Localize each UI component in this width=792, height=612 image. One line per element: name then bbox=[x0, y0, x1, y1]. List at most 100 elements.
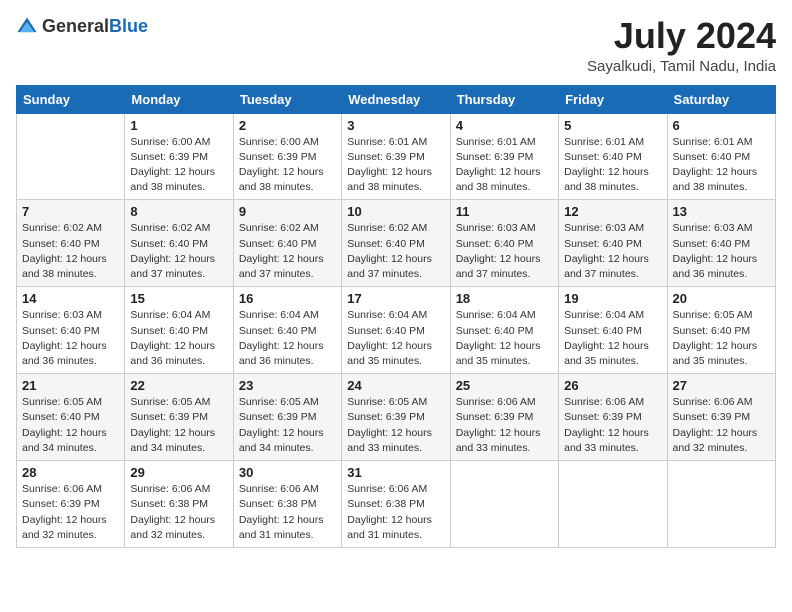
day-number: 14 bbox=[22, 291, 119, 306]
title-block: July 2024 Sayalkudi, Tamil Nadu, India bbox=[587, 16, 776, 75]
calendar-week-row: 1 Sunrise: 6:00 AMSunset: 6:39 PMDaylight… bbox=[17, 113, 776, 200]
calendar-cell: 6 Sunrise: 6:01 AMSunset: 6:40 PMDaylight… bbox=[667, 113, 775, 200]
day-number: 15 bbox=[130, 291, 227, 306]
calendar-cell: 18 Sunrise: 6:04 AMSunset: 6:40 PMDayligh… bbox=[450, 287, 558, 374]
cell-info: Sunrise: 6:02 AMSunset: 6:40 PMDaylight:… bbox=[130, 221, 227, 282]
calendar-cell: 10 Sunrise: 6:02 AMSunset: 6:40 PMDayligh… bbox=[342, 200, 450, 287]
calendar-cell bbox=[17, 113, 125, 200]
day-number: 17 bbox=[347, 291, 444, 306]
cell-info: Sunrise: 6:05 AMSunset: 6:40 PMDaylight:… bbox=[22, 395, 119, 456]
calendar-cell bbox=[667, 461, 775, 548]
logo-blue: Blue bbox=[109, 17, 148, 37]
logo: General Blue bbox=[16, 16, 148, 38]
calendar-cell: 28 Sunrise: 6:06 AMSunset: 6:39 PMDayligh… bbox=[17, 461, 125, 548]
cell-info: Sunrise: 6:03 AMSunset: 6:40 PMDaylight:… bbox=[456, 221, 553, 282]
cell-info: Sunrise: 6:01 AMSunset: 6:40 PMDaylight:… bbox=[564, 135, 661, 196]
calendar-week-row: 28 Sunrise: 6:06 AMSunset: 6:39 PMDayligh… bbox=[17, 461, 776, 548]
weekday-header-tuesday: Tuesday bbox=[233, 85, 341, 113]
weekday-header-thursday: Thursday bbox=[450, 85, 558, 113]
cell-info: Sunrise: 6:05 AMSunset: 6:39 PMDaylight:… bbox=[347, 395, 444, 456]
cell-info: Sunrise: 6:02 AMSunset: 6:40 PMDaylight:… bbox=[22, 221, 119, 282]
calendar-cell: 5 Sunrise: 6:01 AMSunset: 6:40 PMDaylight… bbox=[559, 113, 667, 200]
cell-info: Sunrise: 6:05 AMSunset: 6:40 PMDaylight:… bbox=[673, 308, 770, 369]
calendar-cell bbox=[450, 461, 558, 548]
weekday-header-row: SundayMondayTuesdayWednesdayThursdayFrid… bbox=[17, 85, 776, 113]
day-number: 20 bbox=[673, 291, 770, 306]
day-number: 11 bbox=[456, 204, 553, 219]
day-number: 29 bbox=[130, 465, 227, 480]
day-number: 30 bbox=[239, 465, 336, 480]
location-subtitle: Sayalkudi, Tamil Nadu, India bbox=[587, 58, 776, 75]
calendar-week-row: 7 Sunrise: 6:02 AMSunset: 6:40 PMDaylight… bbox=[17, 200, 776, 287]
cell-info: Sunrise: 6:06 AMSunset: 6:38 PMDaylight:… bbox=[130, 482, 227, 543]
cell-info: Sunrise: 6:03 AMSunset: 6:40 PMDaylight:… bbox=[564, 221, 661, 282]
day-number: 5 bbox=[564, 118, 661, 133]
weekday-header-sunday: Sunday bbox=[17, 85, 125, 113]
cell-info: Sunrise: 6:01 AMSunset: 6:40 PMDaylight:… bbox=[673, 135, 770, 196]
day-number: 28 bbox=[22, 465, 119, 480]
weekday-header-wednesday: Wednesday bbox=[342, 85, 450, 113]
day-number: 22 bbox=[130, 378, 227, 393]
cell-info: Sunrise: 6:02 AMSunset: 6:40 PMDaylight:… bbox=[347, 221, 444, 282]
cell-info: Sunrise: 6:03 AMSunset: 6:40 PMDaylight:… bbox=[673, 221, 770, 282]
calendar-cell: 12 Sunrise: 6:03 AMSunset: 6:40 PMDayligh… bbox=[559, 200, 667, 287]
calendar-cell: 22 Sunrise: 6:05 AMSunset: 6:39 PMDayligh… bbox=[125, 374, 233, 461]
cell-info: Sunrise: 6:03 AMSunset: 6:40 PMDaylight:… bbox=[22, 308, 119, 369]
cell-info: Sunrise: 6:05 AMSunset: 6:39 PMDaylight:… bbox=[130, 395, 227, 456]
day-number: 7 bbox=[22, 204, 119, 219]
day-number: 19 bbox=[564, 291, 661, 306]
calendar-week-row: 21Sunrise: 6:05 AMSunset: 6:40 PMDayligh… bbox=[17, 374, 776, 461]
day-number: 12 bbox=[564, 204, 661, 219]
page-header: General Blue July 2024 Sayalkudi, Tamil … bbox=[16, 16, 776, 75]
day-number: 8 bbox=[130, 204, 227, 219]
calendar-cell: 24 Sunrise: 6:05 AMSunset: 6:39 PMDayligh… bbox=[342, 374, 450, 461]
calendar-cell: 9 Sunrise: 6:02 AMSunset: 6:40 PMDaylight… bbox=[233, 200, 341, 287]
day-number: 24 bbox=[347, 378, 444, 393]
calendar-cell: 20 Sunrise: 6:05 AMSunset: 6:40 PMDayligh… bbox=[667, 287, 775, 374]
cell-info: Sunrise: 6:06 AMSunset: 6:39 PMDaylight:… bbox=[22, 482, 119, 543]
cell-info: Sunrise: 6:06 AMSunset: 6:39 PMDaylight:… bbox=[456, 395, 553, 456]
cell-info: Sunrise: 6:01 AMSunset: 6:39 PMDaylight:… bbox=[456, 135, 553, 196]
calendar-cell: 23Sunrise: 6:05 AMSunset: 6:39 PMDayligh… bbox=[233, 374, 341, 461]
day-number: 25 bbox=[456, 378, 553, 393]
cell-info: Sunrise: 6:06 AMSunset: 6:39 PMDaylight:… bbox=[564, 395, 661, 456]
day-number: 2 bbox=[239, 118, 336, 133]
cell-info: Sunrise: 6:04 AMSunset: 6:40 PMDaylight:… bbox=[564, 308, 661, 369]
day-number: 31 bbox=[347, 465, 444, 480]
calendar-cell: 16Sunrise: 6:04 AMSunset: 6:40 PMDayligh… bbox=[233, 287, 341, 374]
day-number: 3 bbox=[347, 118, 444, 133]
cell-info: Sunrise: 6:01 AMSunset: 6:39 PMDaylight:… bbox=[347, 135, 444, 196]
calendar-cell: 17Sunrise: 6:04 AMSunset: 6:40 PMDayligh… bbox=[342, 287, 450, 374]
calendar-cell: 8 Sunrise: 6:02 AMSunset: 6:40 PMDaylight… bbox=[125, 200, 233, 287]
cell-info: Sunrise: 6:02 AMSunset: 6:40 PMDaylight:… bbox=[239, 221, 336, 282]
weekday-header-monday: Monday bbox=[125, 85, 233, 113]
cell-info: Sunrise: 6:00 AMSunset: 6:39 PMDaylight:… bbox=[130, 135, 227, 196]
cell-info: Sunrise: 6:04 AMSunset: 6:40 PMDaylight:… bbox=[239, 308, 336, 369]
month-year-title: July 2024 bbox=[587, 16, 776, 56]
calendar-cell bbox=[559, 461, 667, 548]
day-number: 10 bbox=[347, 204, 444, 219]
logo-icon bbox=[16, 16, 38, 38]
calendar-cell: 4 Sunrise: 6:01 AMSunset: 6:39 PMDaylight… bbox=[450, 113, 558, 200]
calendar-cell: 1 Sunrise: 6:00 AMSunset: 6:39 PMDaylight… bbox=[125, 113, 233, 200]
day-number: 6 bbox=[673, 118, 770, 133]
calendar-cell: 3 Sunrise: 6:01 AMSunset: 6:39 PMDaylight… bbox=[342, 113, 450, 200]
cell-info: Sunrise: 6:06 AMSunset: 6:38 PMDaylight:… bbox=[239, 482, 336, 543]
day-number: 13 bbox=[673, 204, 770, 219]
calendar-cell: 13 Sunrise: 6:03 AMSunset: 6:40 PMDayligh… bbox=[667, 200, 775, 287]
day-number: 4 bbox=[456, 118, 553, 133]
calendar-week-row: 14 Sunrise: 6:03 AMSunset: 6:40 PMDayligh… bbox=[17, 287, 776, 374]
cell-info: Sunrise: 6:05 AMSunset: 6:39 PMDaylight:… bbox=[239, 395, 336, 456]
cell-info: Sunrise: 6:00 AMSunset: 6:39 PMDaylight:… bbox=[239, 135, 336, 196]
weekday-header-friday: Friday bbox=[559, 85, 667, 113]
day-number: 18 bbox=[456, 291, 553, 306]
cell-info: Sunrise: 6:06 AMSunset: 6:38 PMDaylight:… bbox=[347, 482, 444, 543]
day-number: 9 bbox=[239, 204, 336, 219]
calendar-cell: 25 Sunrise: 6:06 AMSunset: 6:39 PMDayligh… bbox=[450, 374, 558, 461]
day-number: 1 bbox=[130, 118, 227, 133]
day-number: 27 bbox=[673, 378, 770, 393]
cell-info: Sunrise: 6:04 AMSunset: 6:40 PMDaylight:… bbox=[456, 308, 553, 369]
calendar-cell: 2 Sunrise: 6:00 AMSunset: 6:39 PMDaylight… bbox=[233, 113, 341, 200]
calendar-cell: 14 Sunrise: 6:03 AMSunset: 6:40 PMDayligh… bbox=[17, 287, 125, 374]
logo-general: General bbox=[42, 17, 109, 37]
